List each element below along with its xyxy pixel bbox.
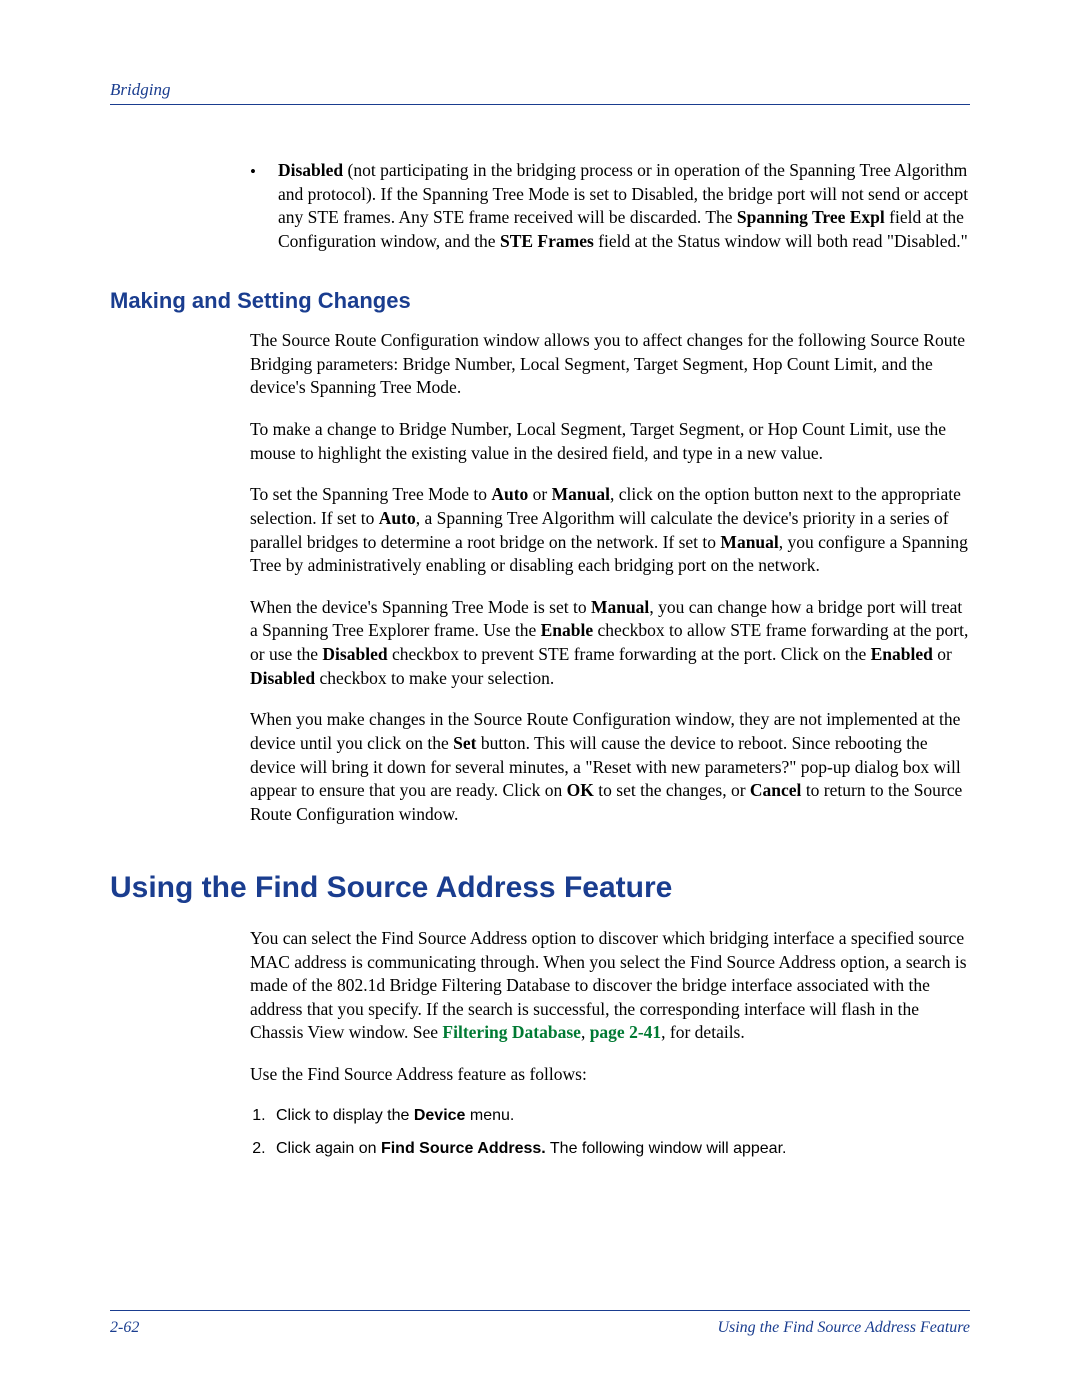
page-footer: 2-62 Using the Find Source Address Featu… bbox=[110, 1310, 970, 1337]
term-spanning-tree-expl: Spanning Tree Expl bbox=[737, 207, 885, 227]
bullet-text: Disabled (not participating in the bridg… bbox=[278, 159, 970, 254]
heading-making-setting-changes: Making and Setting Changes bbox=[110, 286, 970, 316]
header-section-title: Bridging bbox=[110, 80, 170, 99]
page-header: Bridging bbox=[110, 80, 970, 105]
term-disabled: Disabled bbox=[278, 160, 343, 180]
step-1: Click to display the Device menu. bbox=[270, 1105, 970, 1127]
step-2: Click again on Find Source Address. The … bbox=[270, 1138, 970, 1160]
paragraph: You can select the Find Source Address o… bbox=[250, 927, 970, 1045]
paragraph: Use the Find Source Address feature as f… bbox=[250, 1063, 970, 1087]
section-find-source-address: You can select the Find Source Address o… bbox=[250, 927, 970, 1160]
bullet-marker: • bbox=[250, 159, 278, 254]
paragraph: The Source Route Configuration window al… bbox=[250, 329, 970, 400]
page: Bridging • Disabled (not participating i… bbox=[0, 0, 1080, 1397]
link-page-ref[interactable]: page 2-41 bbox=[590, 1022, 661, 1042]
paragraph: When the device's Spanning Tree Mode is … bbox=[250, 596, 970, 691]
heading-find-source-address: Using the Find Source Address Feature bbox=[110, 868, 970, 909]
footer-page-number: 2-62 bbox=[110, 1319, 139, 1337]
steps-list: Click to display the Device menu. Click … bbox=[250, 1105, 970, 1160]
paragraph: When you make changes in the Source Rout… bbox=[250, 708, 970, 826]
footer-section-title: Using the Find Source Address Feature bbox=[717, 1319, 970, 1337]
term-ste-frames: STE Frames bbox=[500, 231, 594, 251]
paragraph: To make a change to Bridge Number, Local… bbox=[250, 418, 970, 465]
bullet-item-disabled: • Disabled (not participating in the bri… bbox=[250, 159, 970, 254]
section-making-setting-changes: The Source Route Configuration window al… bbox=[250, 329, 970, 826]
link-filtering-database[interactable]: Filtering Database bbox=[442, 1022, 581, 1042]
page-content: • Disabled (not participating in the bri… bbox=[110, 159, 970, 1310]
paragraph: To set the Spanning Tree Mode to Auto or… bbox=[250, 483, 970, 578]
